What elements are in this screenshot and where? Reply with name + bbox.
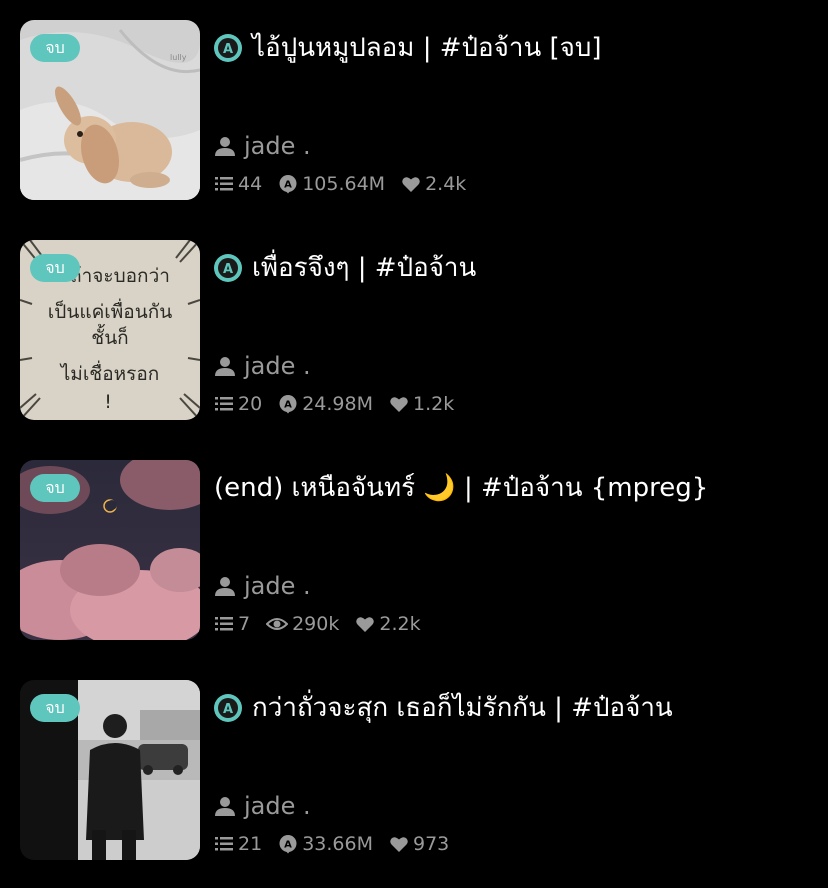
cover-text-line: เป็นแค่เพื่อนกัน [48, 298, 172, 323]
status-badge-complete: จบ [30, 694, 80, 722]
cover-text-line: ไม่เชื่อหรอก [59, 360, 160, 385]
cover-text-line: ชั้นก็ [91, 324, 128, 349]
story-author[interactable]: jade . [214, 788, 311, 824]
view-count: A 24.98M [278, 393, 373, 415]
view-count: A 105.64M [278, 173, 385, 195]
story-title-text: (end) เหนือจันทร์ 🌙 | #ป๋อจ้าน {mpreg} [214, 473, 709, 503]
author-name: jade . [244, 792, 311, 820]
view-count: A 33.66M [278, 833, 373, 855]
chapter-count: 7 [214, 613, 250, 635]
story-cover-image[interactable]: lully จบ [20, 20, 200, 200]
status-badge-complete: จบ [30, 474, 80, 502]
user-icon [215, 137, 235, 156]
view-count: 290k [266, 613, 339, 635]
a-reads-icon: A [279, 835, 297, 854]
story-title[interactable]: A ไอ้ปูนหมูปลอม | #ป๋อจ้าน [จบ] [214, 28, 810, 68]
svg-text:A: A [284, 400, 292, 411]
heart-icon [390, 837, 408, 852]
story-item[interactable]: จบ (end) เหนือจันทร์ 🌙 | #ป๋อจ้าน {mpreg… [20, 460, 810, 640]
story-stats: 20 A 24.98M 1.2k [214, 390, 470, 418]
like-count: 2.2k [355, 613, 421, 635]
chapter-count: 21 [214, 833, 262, 855]
status-badge-complete: จบ [30, 34, 80, 62]
a-reads-icon: A [279, 395, 297, 414]
eye-icon [266, 618, 289, 630]
story-stats: 44 A 105.64M 2.4k [214, 170, 482, 198]
cover-text-line: ถ้าจะบอกว่า [70, 265, 170, 287]
story-title-text: ไอ้ปูนหมูปลอม | #ป๋อจ้าน [จบ] [252, 33, 602, 63]
svg-text:lully: lully [170, 53, 187, 62]
story-stats: 21 A 33.66M 973 [214, 830, 465, 858]
story-title[interactable]: A เพื่อรจึงๆ | #ป๋อจ้าน [214, 248, 810, 288]
chapter-count: 20 [214, 393, 262, 415]
story-author[interactable]: jade . [214, 568, 311, 604]
status-badge-complete: จบ [30, 254, 80, 282]
heart-icon [390, 397, 408, 412]
heart-icon [356, 617, 375, 632]
story-title[interactable]: A กว่าถั่วจะสุก เธอก็ไม่รักกัน | #ป๋อจ้า… [214, 688, 810, 728]
story-item[interactable]: ถ้าจะบอกว่า เป็นแค่เพื่อนกัน ชั้นก็ ไม่เ… [20, 240, 810, 420]
like-count: 1.2k [389, 393, 454, 415]
author-name: jade . [244, 132, 311, 160]
a-reads-badge-icon: A [214, 694, 242, 722]
list-icon [215, 397, 233, 411]
list-icon [215, 617, 233, 631]
story-title[interactable]: (end) เหนือจันทร์ 🌙 | #ป๋อจ้าน {mpreg} [214, 468, 810, 508]
story-cover-image[interactable]: จบ [20, 460, 200, 640]
story-title-text: เพื่อรจึงๆ | #ป๋อจ้าน [252, 253, 477, 283]
svg-text:A: A [284, 180, 292, 191]
a-reads-badge-icon: A [214, 254, 242, 282]
heart-icon [402, 177, 420, 192]
user-icon [215, 577, 235, 596]
cover-text-line: ! [104, 391, 112, 413]
story-cover-image[interactable]: ถ้าจะบอกว่า เป็นแค่เพื่อนกัน ชั้นก็ ไม่เ… [20, 240, 200, 420]
story-title-text: กว่าถั่วจะสุก เธอก็ไม่รักกัน | #ป๋อจ้าน [252, 693, 673, 723]
list-icon [215, 177, 233, 191]
story-cover-image[interactable]: จบ [20, 680, 200, 860]
story-author[interactable]: jade . [214, 128, 311, 164]
like-count: 2.4k [401, 173, 466, 195]
story-item[interactable]: lully จบ A ไอ้ปูนหมูปลอม | #ป๋อจ้าน [จบ]… [20, 20, 810, 200]
a-reads-icon: A [279, 175, 297, 194]
svg-text:A: A [223, 42, 233, 57]
author-name: jade . [244, 572, 311, 600]
story-author[interactable]: jade . [214, 348, 311, 384]
story-item[interactable]: จบ A กว่าถั่วจะสุก เธอก็ไม่รักกัน | #ป๋อ… [20, 680, 810, 860]
author-name: jade . [244, 352, 311, 380]
svg-text:A: A [223, 262, 233, 277]
user-icon [215, 357, 235, 376]
list-icon [215, 837, 233, 851]
svg-text:A: A [223, 702, 233, 717]
chapter-count: 44 [214, 173, 262, 195]
svg-text:A: A [284, 840, 292, 851]
story-stats: 7 290k 2.2k [214, 610, 437, 638]
like-count: 973 [389, 833, 449, 855]
a-reads-badge-icon: A [214, 34, 242, 62]
user-icon [215, 797, 235, 816]
